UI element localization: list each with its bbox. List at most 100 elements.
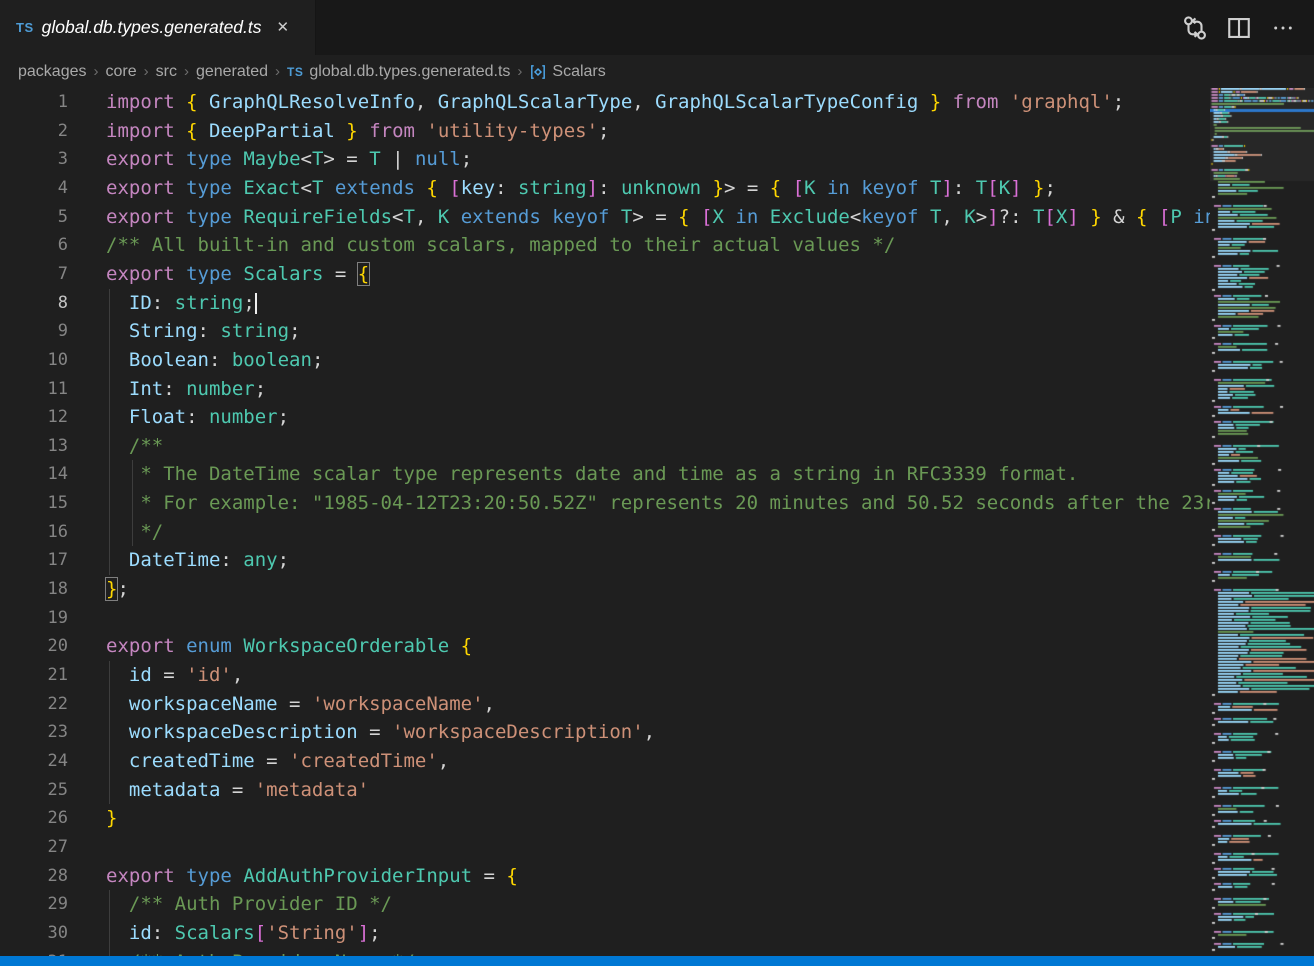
code-line-30[interactable]: 30 id: Scalars['String']; — [0, 919, 1210, 948]
close-icon[interactable]: ✕ — [274, 17, 293, 38]
line-number-10[interactable]: 10 — [0, 346, 68, 375]
code-line-27[interactable]: 27 — [0, 833, 1210, 862]
code-text: }; — [106, 575, 129, 604]
code-text: export type Scalars = { — [106, 260, 369, 289]
line-number-9[interactable]: 9 — [0, 317, 68, 346]
code-line-24[interactable]: 24 createdTime = 'createdTime', — [0, 747, 1210, 776]
more-actions-icon[interactable] — [1268, 13, 1298, 43]
code-text: /** All built-in and custom scalars, map… — [106, 231, 895, 260]
code-line-21[interactable]: 21 id = 'id', — [0, 661, 1210, 690]
line-number-7[interactable]: 7 — [0, 260, 68, 289]
breadcrumb-separator: › — [184, 63, 189, 80]
code-line-29[interactable]: 29 /** Auth Provider ID */ — [0, 890, 1210, 919]
compare-changes-icon[interactable] — [1180, 13, 1210, 43]
tab-global-db-types-generated[interactable]: TS global.db.types.generated.ts ✕ — [0, 0, 316, 55]
line-number-13[interactable]: 13 — [0, 432, 68, 461]
code-text: export type AddAuthProviderInput = { — [106, 862, 518, 891]
breadcrumb-item-src[interactable]: src — [156, 63, 177, 80]
code-line-14[interactable]: 14 * The DateTime scalar type represents… — [0, 460, 1210, 489]
line-number-3[interactable]: 3 — [0, 145, 68, 174]
line-number-6[interactable]: 6 — [0, 231, 68, 260]
code-text: */ — [106, 518, 163, 547]
line-number-8[interactable]: 8 — [0, 289, 68, 318]
line-number-21[interactable]: 21 — [0, 661, 68, 690]
code-line-12[interactable]: 12 Float: number; — [0, 403, 1210, 432]
code-text: } — [106, 804, 117, 833]
code-text: ID: string; — [106, 289, 257, 318]
line-number-4[interactable]: 4 — [0, 174, 68, 203]
line-number-20[interactable]: 20 — [0, 632, 68, 661]
breadcrumb-item-generated[interactable]: generated — [196, 63, 268, 80]
line-number-22[interactable]: 22 — [0, 690, 68, 719]
breadcrumb: packages›core›src›generated› TS global.d… — [0, 55, 1314, 88]
line-number-1[interactable]: 1 — [0, 88, 68, 117]
line-number-30[interactable]: 30 — [0, 919, 68, 948]
line-number-27[interactable]: 27 — [0, 833, 68, 862]
code-line-16[interactable]: 16 */ — [0, 518, 1210, 547]
code-line-13[interactable]: 13 /** — [0, 432, 1210, 461]
typescript-file-icon: TS — [287, 65, 303, 79]
code-line-9[interactable]: 9 String: string; — [0, 317, 1210, 346]
code-line-15[interactable]: 15 * For example: "1985-04-12T23:20:50.5… — [0, 489, 1210, 518]
code-text: Float: number; — [106, 403, 289, 432]
breadcrumb-symbol-scalars[interactable]: Scalars — [529, 63, 605, 81]
status-bar[interactable] — [0, 956, 1314, 966]
vscode-window: TS global.db.types.generated.ts ✕ — [0, 0, 1314, 966]
code-line-31[interactable]: 31 /** Auth Provider Name */ — [0, 948, 1210, 957]
code-line-22[interactable]: 22 workspaceName = 'workspaceName', — [0, 690, 1210, 719]
code-line-17[interactable]: 17 DateTime: any; — [0, 546, 1210, 575]
line-number-14[interactable]: 14 — [0, 460, 68, 489]
editor-actions — [1180, 0, 1314, 55]
code-line-25[interactable]: 25 metadata = 'metadata' — [0, 776, 1210, 805]
code-line-2[interactable]: 2 import { DeepPartial } from 'utility-ty… — [0, 117, 1210, 146]
split-editor-icon[interactable] — [1224, 13, 1254, 43]
typescript-file-icon: TS — [16, 20, 34, 35]
code-line-4[interactable]: 4export type Exact<T extends { [key: str… — [0, 174, 1210, 203]
line-number-12[interactable]: 12 — [0, 403, 68, 432]
line-number-19[interactable]: 19 — [0, 604, 68, 633]
code-line-28[interactable]: 28 export type AddAuthProviderInput = { — [0, 862, 1210, 891]
code-line-6[interactable]: 6 /** All built-in and custom scalars, ma… — [0, 231, 1210, 260]
code-text: Int: number; — [106, 375, 266, 404]
code-line-10[interactable]: 10 Boolean: boolean; — [0, 346, 1210, 375]
code-line-7[interactable]: 7 export type Scalars = { — [0, 260, 1210, 289]
line-number-2[interactable]: 2 — [0, 117, 68, 146]
breadcrumb-separator: › — [144, 63, 149, 80]
minimap[interactable] — [1210, 88, 1314, 956]
line-number-11[interactable]: 11 — [0, 375, 68, 404]
code-line-8[interactable]: 8 ID: string; — [0, 289, 1210, 318]
line-number-29[interactable]: 29 — [0, 890, 68, 919]
breadcrumb-file[interactable]: TS global.db.types.generated.ts — [287, 63, 510, 81]
code-line-26[interactable]: 26} — [0, 804, 1210, 833]
code-line-19[interactable]: 19 — [0, 604, 1210, 633]
code-text: import { DeepPartial } from 'utility-typ… — [106, 117, 609, 146]
code-line-20[interactable]: 20export enum WorkspaceOrderable { — [0, 632, 1210, 661]
code-text: export type RequireFields<T, K extends k… — [106, 203, 1210, 232]
line-number-17[interactable]: 17 — [0, 546, 68, 575]
code-line-3[interactable]: 3 export type Maybe<T> = T | null; — [0, 145, 1210, 174]
code-text: workspaceDescription = 'workspaceDescrip… — [106, 718, 655, 747]
breadcrumb-separator: › — [94, 63, 99, 80]
code-text: workspaceName = 'workspaceName', — [106, 690, 495, 719]
line-number-5[interactable]: 5 — [0, 203, 68, 232]
code-text: id: Scalars['String']; — [106, 919, 381, 948]
code-editor[interactable]: 1import { GraphQLResolveInfo, GraphQLSca… — [0, 88, 1210, 956]
breadcrumb-item-core[interactable]: core — [106, 63, 137, 80]
line-number-18[interactable]: 18 — [0, 575, 68, 604]
code-line-18[interactable]: 18}; — [0, 575, 1210, 604]
code-line-23[interactable]: 23 workspaceDescription = 'workspaceDesc… — [0, 718, 1210, 747]
code-line-1[interactable]: 1import { GraphQLResolveInfo, GraphQLSca… — [0, 88, 1210, 117]
line-number-15[interactable]: 15 — [0, 489, 68, 518]
line-number-26[interactable]: 26 — [0, 804, 68, 833]
line-number-24[interactable]: 24 — [0, 747, 68, 776]
line-number-23[interactable]: 23 — [0, 718, 68, 747]
line-number-28[interactable]: 28 — [0, 862, 68, 891]
code-text: export type Maybe<T> = T | null; — [106, 145, 472, 174]
breadcrumb-item-packages[interactable]: packages — [18, 63, 87, 80]
code-text: metadata = 'metadata' — [106, 776, 369, 805]
line-number-16[interactable]: 16 — [0, 518, 68, 547]
line-number-25[interactable]: 25 — [0, 776, 68, 805]
line-number-31[interactable]: 31 — [0, 948, 68, 957]
code-line-11[interactable]: 11 Int: number; — [0, 375, 1210, 404]
code-line-5[interactable]: 5 export type RequireFields<T, K extends … — [0, 203, 1210, 232]
